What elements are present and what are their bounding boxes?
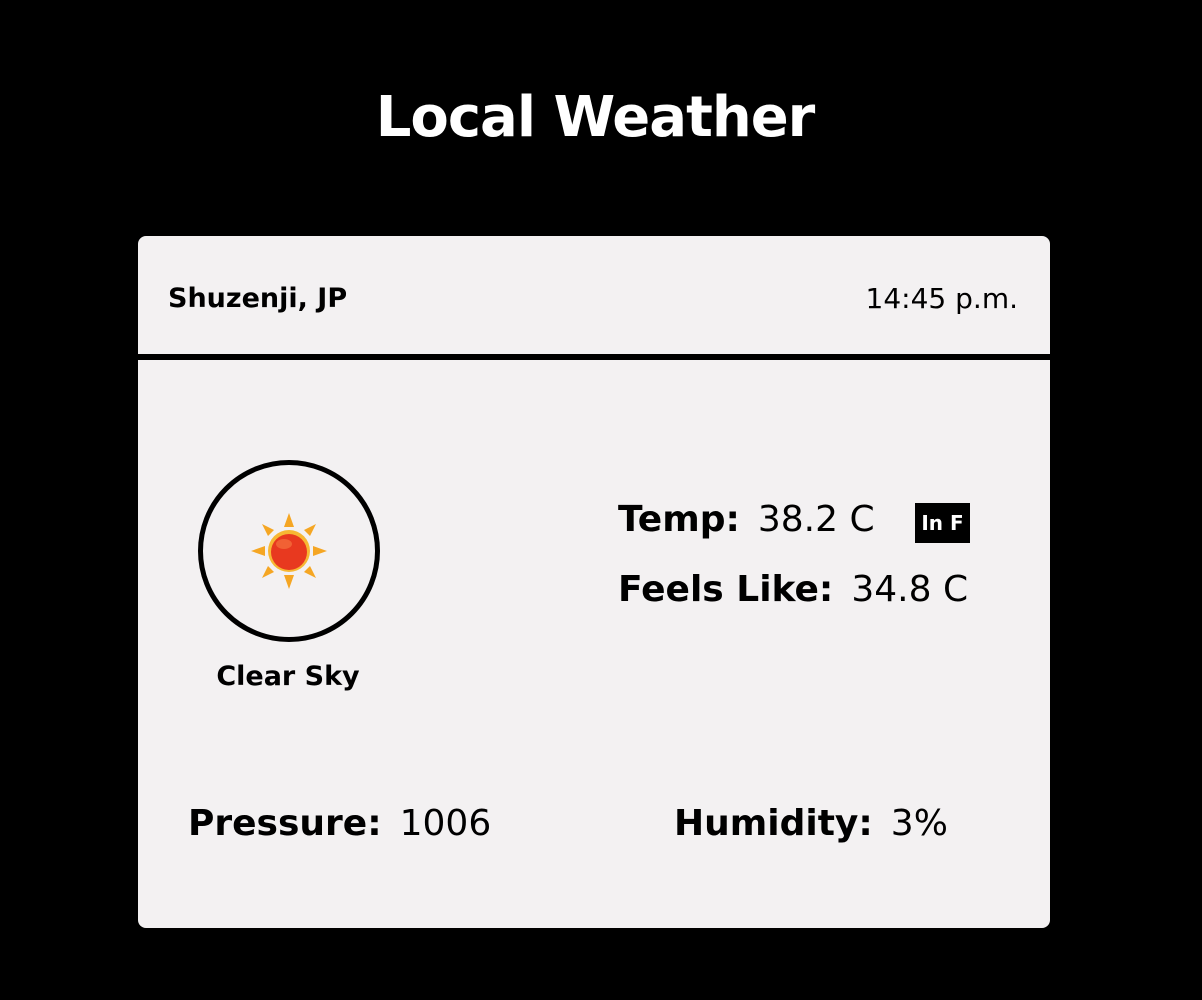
unit-toggle-button[interactable]: In F — [915, 503, 970, 543]
local-time: 14:45 p.m. — [865, 282, 1018, 315]
location-label: Shuzenji, JP — [168, 283, 348, 314]
pressure-label: Pressure: — [188, 803, 382, 844]
page-title: Local Weather — [375, 84, 816, 150]
feels-like-label: Feels Like: — [618, 569, 834, 610]
temp-row: Temp: 38.2 C — [618, 498, 875, 542]
weather-icon-circle — [198, 460, 380, 642]
card-header: Shuzenji, JP 14:45 p.m. — [138, 236, 1050, 360]
feels-like-row: Feels Like: 34.8 C — [618, 568, 968, 612]
humidity-row: Humidity: 3% — [674, 802, 948, 846]
pressure-value: 1006 — [399, 803, 492, 844]
humidity-label: Humidity: — [674, 803, 873, 844]
weather-card: Shuzenji, JP 14:45 p.m. Clear Sky Temp: 3… — [138, 236, 1050, 928]
humidity-value: 3% — [890, 803, 948, 844]
condition-label: Clear Sky — [216, 661, 360, 692]
sun-icon — [251, 513, 327, 589]
temp-label: Temp: — [618, 499, 740, 540]
pressure-row: Pressure: 1006 — [188, 802, 491, 846]
feels-like-value: 34.8 C — [851, 569, 969, 610]
temp-value: 38.2 C — [757, 499, 875, 540]
